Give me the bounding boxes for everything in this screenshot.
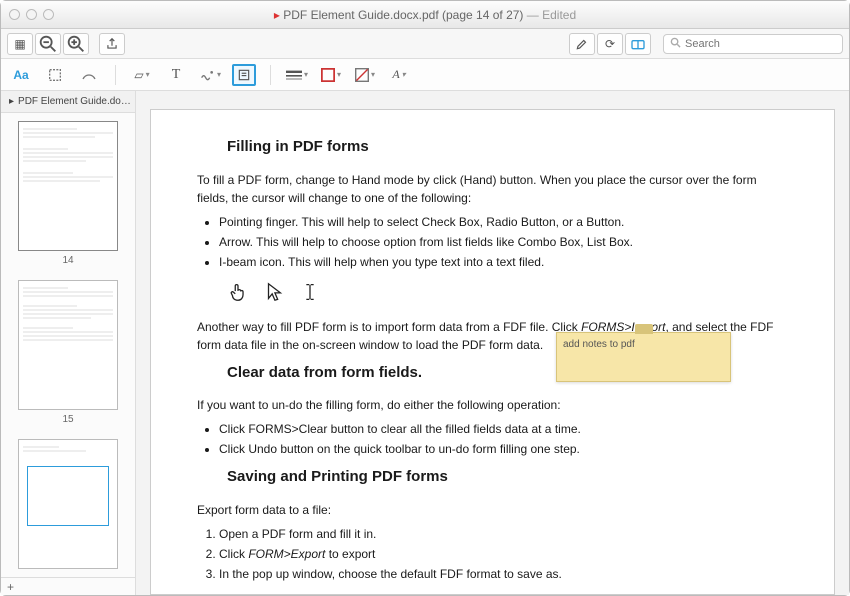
- page-content: Filling in PDF forms To fill a PDF form,…: [150, 109, 835, 595]
- thumbnail-page-16[interactable]: [18, 439, 118, 569]
- zoom-in-button[interactable]: [63, 33, 89, 55]
- arrow-cursor-icon: [263, 281, 285, 308]
- form-tools-button[interactable]: [625, 33, 651, 55]
- window-titlebar: ▸ PDF Element Guide.docx.pdf (page 14 of…: [1, 1, 849, 29]
- sticky-note[interactable]: add notes to pdf: [556, 332, 731, 382]
- paragraph: If you want to un-do the filling form, d…: [197, 396, 788, 414]
- list-item: Pointing finger. This will help to selec…: [219, 213, 788, 231]
- list-item: Open a PDF form and fill it in.: [219, 525, 788, 543]
- content-area: ▸ PDF Element Guide.docx.pdf 14: [1, 91, 849, 595]
- title-page-indicator: (page 14 of 27): [442, 8, 523, 22]
- border-color-tool[interactable]: ▾: [319, 64, 343, 86]
- text-tool[interactable]: T: [164, 64, 188, 86]
- primary-toolbar: ▦ ⟳: [1, 29, 849, 59]
- title-edited-indicator: — Edited: [527, 8, 576, 22]
- thumbnail-page-number: 15: [62, 414, 73, 425]
- text-style-tool[interactable]: Aa: [9, 64, 33, 86]
- search-input[interactable]: [685, 38, 836, 50]
- zoom-window-button[interactable]: [43, 9, 54, 20]
- fill-color-tool[interactable]: ▾: [353, 64, 377, 86]
- list-item: Click FORM>Export to export: [219, 545, 788, 563]
- select-area-tool[interactable]: [43, 64, 67, 86]
- font-style-tool[interactable]: A▾: [387, 64, 411, 86]
- heading-saving-printing: Saving and Printing PDF forms: [197, 466, 788, 489]
- add-page-button[interactable]: +: [1, 577, 135, 595]
- paragraph: To fill a PDF form, change to Hand mode …: [197, 171, 788, 207]
- thumbnail-page-15[interactable]: 15: [18, 280, 118, 425]
- title-filename: PDF Element Guide.docx.pdf: [283, 8, 438, 22]
- sticky-note-tab-icon: [635, 324, 653, 334]
- draw-tool[interactable]: [77, 64, 101, 86]
- markup-toggle-button[interactable]: [569, 33, 595, 55]
- zoom-out-button[interactable]: [35, 33, 61, 55]
- shape-tool[interactable]: ▱▾: [130, 64, 154, 86]
- list-item: Click FORMS>Clear button to clear all th…: [219, 420, 788, 438]
- search-field[interactable]: [663, 34, 843, 54]
- annotation-toolbar: Aa ▱▾ T ▾ ▾ ▾ ▾ A▾: [1, 59, 849, 91]
- thumbnail-sidebar: ▸ PDF Element Guide.docx.pdf 14: [1, 91, 136, 595]
- list-item: Arrow. This will help to choose option f…: [219, 233, 788, 251]
- sidebar-file-tab[interactable]: ▸ PDF Element Guide.docx.pdf: [1, 91, 135, 113]
- chevron-right-icon: ▸: [9, 96, 14, 107]
- list-item: In the pop up window, choose the default…: [219, 565, 788, 583]
- list-item: Click Undo button on the quick toolbar t…: [219, 440, 788, 458]
- minimize-window-button[interactable]: [26, 9, 37, 20]
- thumbnail-page-number: 14: [62, 255, 73, 266]
- sticky-note-text[interactable]: add notes to pdf: [557, 333, 730, 356]
- rotate-button[interactable]: ⟳: [597, 33, 623, 55]
- heading-filling-forms: Filling in PDF forms: [197, 136, 788, 159]
- pointing-hand-icon: [227, 281, 249, 308]
- list-item: I-beam icon. This will help when you typ…: [219, 253, 788, 271]
- cursor-icons-row: [227, 281, 788, 308]
- signature-tool[interactable]: ▾: [198, 64, 222, 86]
- ibeam-cursor-icon: [299, 281, 321, 308]
- line-style-tool[interactable]: ▾: [285, 64, 309, 86]
- search-icon: [670, 37, 681, 51]
- thumbnail-list: 14 15: [1, 113, 135, 577]
- paragraph: Export form data to a file:: [197, 501, 788, 519]
- thumbnail-page-14[interactable]: 14: [18, 121, 118, 266]
- traffic-lights: [1, 9, 54, 20]
- note-tool[interactable]: [232, 64, 256, 86]
- sidebar-toggle-button[interactable]: ▦: [7, 33, 33, 55]
- share-button[interactable]: [99, 33, 125, 55]
- document-viewport[interactable]: Filling in PDF forms To fill a PDF form,…: [136, 91, 849, 595]
- window-title: ▸ PDF Element Guide.docx.pdf (page 14 of…: [1, 8, 849, 22]
- close-window-button[interactable]: [9, 9, 20, 20]
- pdf-file-icon: ▸: [274, 8, 280, 22]
- sidebar-file-label: PDF Element Guide.docx.pdf: [18, 96, 135, 107]
